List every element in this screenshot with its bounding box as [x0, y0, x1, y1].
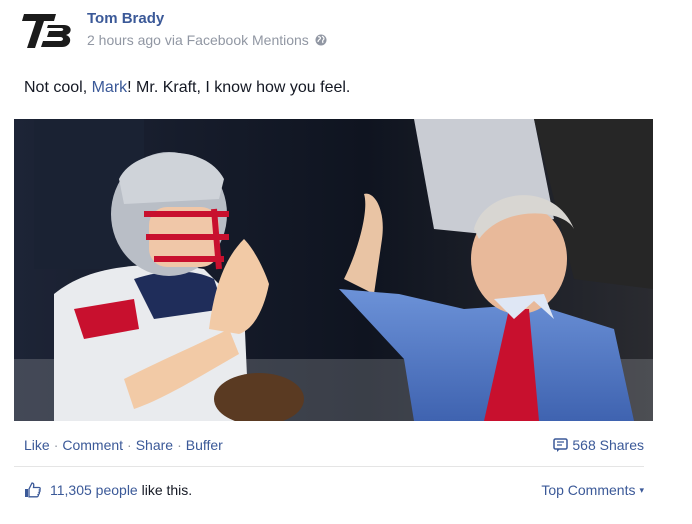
mention-link[interactable]: Mark: [92, 79, 128, 96]
separator-dot: ·: [177, 437, 182, 453]
shares-label: 568 Shares: [572, 437, 644, 453]
post-meta: 2 hours ago via Facebook Mentions: [87, 32, 327, 49]
timestamp[interactable]: 2 hours ago via Facebook Mentions: [87, 32, 309, 48]
buffer-link[interactable]: Buffer: [186, 437, 223, 453]
thumbs-up-icon[interactable]: [24, 482, 41, 498]
status-text: Not cool, Mark! Mr. Kraft, I know how yo…: [24, 79, 350, 97]
globe-icon[interactable]: [315, 33, 327, 49]
share-link[interactable]: Share: [136, 437, 173, 453]
top-comments-label: Top Comments: [541, 482, 636, 498]
shares-count[interactable]: 568 Shares: [553, 437, 644, 453]
chevron-down-icon: ▾: [639, 485, 644, 495]
avatar[interactable]: [22, 11, 74, 51]
author-name[interactable]: Tom Brady: [87, 10, 164, 27]
comment-link[interactable]: Comment: [62, 437, 123, 453]
likes-summary: 11,305 people like this.: [24, 482, 192, 498]
tb12-logo-icon: [22, 14, 71, 48]
status-text-after: ! Mr. Kraft, I know how you feel.: [127, 79, 351, 96]
likes-suffix: like this.: [137, 482, 193, 498]
like-link[interactable]: Like: [24, 437, 50, 453]
top-comments-dropdown[interactable]: Top Comments ▾: [541, 482, 644, 498]
status-text-before: Not cool,: [24, 79, 92, 96]
separator-dot: ·: [53, 437, 59, 453]
photo-icon: [14, 119, 653, 421]
likes-count-link[interactable]: 11,305 people: [50, 482, 138, 498]
action-links: Like · Comment · Share · Buffer: [24, 437, 223, 453]
separator-dot: ·: [127, 437, 132, 453]
shares-icon: [553, 438, 569, 452]
post-photo[interactable]: [14, 119, 653, 421]
divider: [14, 466, 644, 467]
